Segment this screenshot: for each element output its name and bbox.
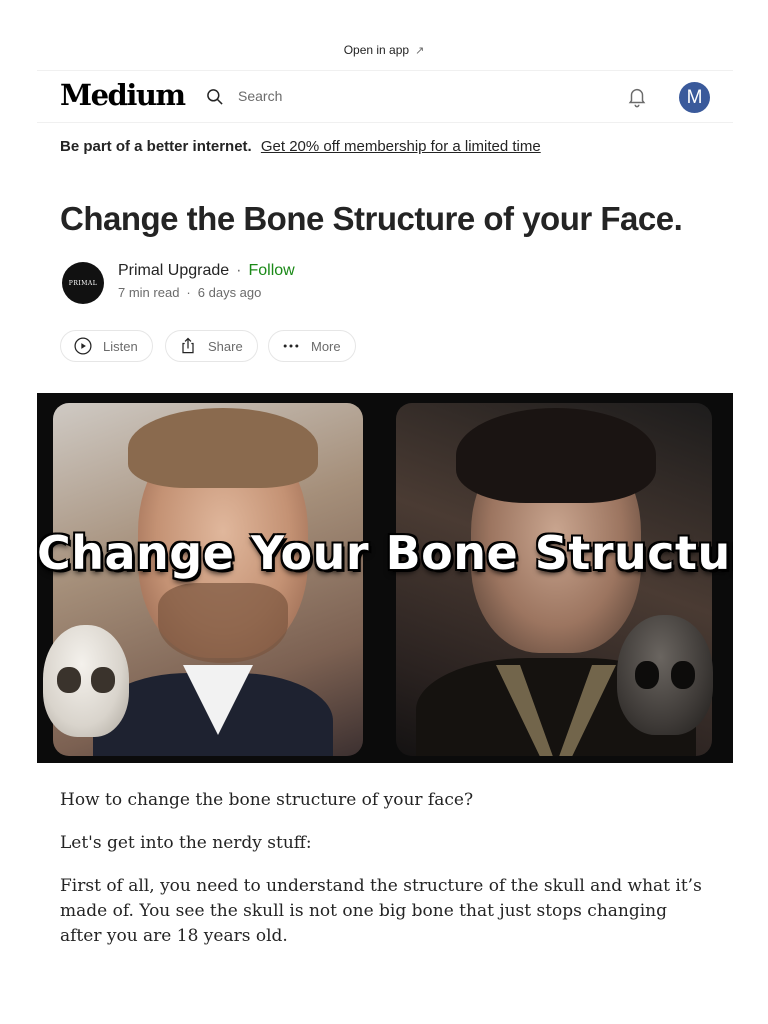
follow-button[interactable]: Follow: [248, 262, 294, 279]
share-button[interactable]: Share: [165, 330, 258, 362]
user-initial: M: [686, 86, 703, 108]
hero-caption: Change Your Bone Structure: [37, 526, 733, 580]
more-button[interactable]: More: [268, 330, 356, 362]
header-divider: [37, 122, 733, 123]
separator-dot: ·: [186, 285, 191, 300]
article-title: Change the Bone Structure of your Face.: [60, 200, 683, 237]
user-avatar[interactable]: M: [679, 82, 710, 113]
share-icon: [182, 337, 194, 354]
article-meta: 7 min read · 6 days ago: [118, 285, 261, 300]
more-label: More: [311, 338, 341, 354]
open-in-app-link[interactable]: Open in app ↗: [0, 43, 768, 57]
published-date: 6 days ago: [197, 285, 262, 300]
author-avatar-logo: PRIMAL: [68, 279, 98, 287]
open-in-app-label: Open in app: [343, 43, 410, 57]
promo-link[interactable]: Get 20% off membership for a limited tim…: [261, 138, 541, 155]
more-dots-icon: [283, 344, 299, 348]
medium-logo[interactable]: Medium: [60, 78, 186, 112]
search-input[interactable]: [230, 83, 546, 109]
share-label: Share: [208, 338, 243, 354]
dark-skull-icon: [617, 615, 713, 735]
play-icon: [74, 337, 92, 355]
external-arrow-icon: ↗: [415, 45, 425, 57]
listen-button[interactable]: Listen: [60, 330, 153, 362]
separator-dot: ·: [236, 262, 242, 279]
search-icon[interactable]: [205, 87, 225, 107]
listen-label: Listen: [103, 338, 138, 354]
hero-image: Change Your Bone Structure: [37, 393, 733, 763]
paragraph-1: How to change the bone structure of your…: [60, 790, 474, 810]
author-name[interactable]: Primal Upgrade: [118, 262, 229, 279]
notifications-bell-icon[interactable]: [626, 86, 648, 108]
paragraph-3: First of all, you need to understand the…: [60, 876, 702, 946]
author-line: Primal Upgrade · Follow: [118, 262, 295, 280]
white-skull-icon: [43, 625, 129, 737]
promo-lead: Be part of a better internet.: [60, 138, 252, 155]
top-divider: [37, 70, 733, 71]
membership-promo: Be part of a better internet. Get 20% of…: [60, 138, 541, 155]
author-avatar[interactable]: PRIMAL: [62, 262, 104, 304]
read-time: 7 min read: [118, 285, 180, 300]
paragraph-2: Let's get into the nerdy stuff:: [60, 833, 312, 853]
